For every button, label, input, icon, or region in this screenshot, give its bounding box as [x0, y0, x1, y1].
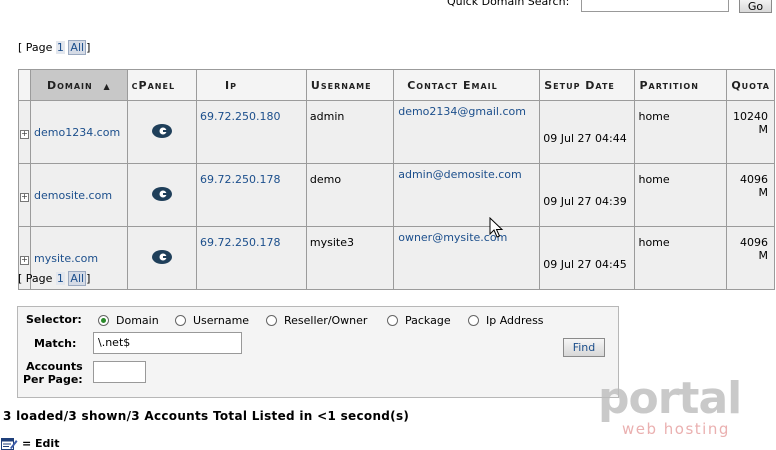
expand-cell[interactable]: +: [18, 100, 31, 164]
header-username[interactable]: Username: [305, 69, 395, 101]
partition-cell: home: [634, 100, 728, 164]
setup-date-cell: 09 Jul 27 04:44: [539, 100, 636, 164]
radio-domain[interactable]: Domain: [98, 314, 159, 327]
watermark-title: portal: [598, 373, 742, 424]
ip-cell[interactable]: 69.72.250.178: [196, 226, 307, 290]
radio-unselected-icon[interactable]: [175, 315, 186, 326]
domain-cell[interactable]: demo1234.com: [30, 100, 128, 164]
sort-up-icon: ▲: [103, 81, 111, 91]
header-domain[interactable]: Domain ▲: [30, 69, 128, 101]
radio-unselected-icon[interactable]: [266, 315, 277, 326]
username-cell: mysite3: [305, 226, 395, 290]
radio-selected-icon[interactable]: [98, 315, 109, 326]
match-label: Match:: [34, 337, 77, 350]
header-expand: [18, 69, 31, 101]
username-cell: demo: [305, 163, 395, 227]
header-cpanel[interactable]: cPanel: [126, 69, 198, 101]
radio-package[interactable]: Package: [387, 314, 451, 327]
quota-cell: 4096 M: [726, 226, 775, 290]
match-input[interactable]: \.net$: [93, 332, 242, 354]
cpanel-cell[interactable]: [126, 226, 198, 290]
table-row: + mysite.com 69.72.250.178 mysite3 owner…: [18, 226, 775, 290]
edit-icon: [1, 438, 18, 450]
table-row: + demo1234.com 69.72.250.180 admin demo2…: [18, 100, 775, 164]
cpanel-logo-icon[interactable]: [151, 249, 173, 265]
pager-close: ]: [86, 41, 91, 54]
header-ip[interactable]: Ip: [196, 69, 307, 101]
email-cell[interactable]: owner@mysite.com: [393, 226, 541, 290]
radio-domain-label: Domain: [116, 314, 159, 327]
pager-all[interactable]: All: [68, 271, 87, 286]
portal-watermark-logo: portal web hosting: [598, 373, 748, 444]
cpanel-cell[interactable]: [126, 100, 198, 164]
setup-date-cell: 09 Jul 27 04:45: [539, 226, 636, 290]
partition-cell: home: [634, 163, 728, 227]
ip-cell[interactable]: 69.72.250.178: [196, 163, 307, 227]
radio-unselected-icon[interactable]: [387, 315, 398, 326]
expand-plus-icon[interactable]: +: [20, 129, 29, 139]
pager-top: [ Page 1 All]: [18, 40, 91, 55]
radio-username[interactable]: Username: [175, 314, 249, 327]
radio-username-label: Username: [193, 314, 250, 327]
header-setup-date[interactable]: Setup Date: [539, 69, 636, 101]
cpanel-cell[interactable]: [126, 163, 198, 227]
email-cell[interactable]: admin@demosite.com: [393, 163, 541, 227]
pager-page-1[interactable]: 1: [55, 41, 65, 54]
watermark-subtitle: web hosting: [622, 420, 730, 438]
status-summary: 3 loaded/3 shown/3 Accounts Total Listed…: [3, 409, 410, 423]
quick-search-input[interactable]: [581, 0, 729, 12]
cpanel-logo-icon[interactable]: [151, 186, 173, 202]
radio-ip-address[interactable]: Ip Address: [468, 314, 544, 327]
radio-reseller-label: Reseller/Owner: [284, 314, 368, 327]
accounts-per-page-input[interactable]: [93, 361, 146, 383]
partition-cell: home: [634, 226, 728, 290]
search-selector-panel: Selector: Domain Username Reseller/Owner…: [17, 306, 619, 398]
per-page-label-line-2: Per Page:: [23, 373, 83, 386]
mouse-cursor-icon: [489, 217, 504, 238]
table-header-row: Domain ▲ cPanel Ip Username Contact Emai…: [18, 69, 775, 101]
table-row: + demosite.com 69.72.250.178 demo admin@…: [18, 163, 775, 227]
accounts-per-page-label: Accounts Per Page:: [23, 360, 83, 386]
quick-search-go-button[interactable]: Go: [739, 0, 772, 13]
domain-cell[interactable]: demosite.com: [30, 163, 128, 227]
header-domain-label: Domain: [46, 78, 93, 92]
radio-package-label: Package: [405, 314, 451, 327]
expand-cell[interactable]: +: [18, 163, 31, 227]
header-contact-email[interactable]: Contact Email: [393, 69, 541, 101]
radio-unselected-icon[interactable]: [468, 315, 479, 326]
edit-legend: = Edit: [1, 436, 59, 450]
quick-search-label: Quick Domain Search:: [447, 0, 570, 8]
accounts-table: Domain ▲ cPanel Ip Username Contact Emai…: [18, 69, 775, 290]
expand-plus-icon[interactable]: +: [20, 255, 29, 265]
per-page-label-line-1: Accounts: [26, 360, 83, 373]
pager-close: ]: [86, 272, 91, 285]
quota-cell: 4096 M: [726, 163, 775, 227]
pager-open: [ Page: [18, 272, 53, 285]
pager-bottom: [ Page 1 All]: [18, 271, 91, 286]
ip-cell[interactable]: 69.72.250.180: [196, 100, 307, 164]
setup-date-cell: 09 Jul 27 04:39: [539, 163, 636, 227]
pager-all[interactable]: All: [68, 40, 87, 55]
header-partition[interactable]: Partition: [634, 69, 728, 101]
pager-page-1[interactable]: 1: [55, 272, 65, 285]
pager-open: [ Page: [18, 41, 53, 54]
email-cell[interactable]: demo2134@gmail.com: [393, 100, 541, 164]
radio-reseller-owner[interactable]: Reseller/Owner: [266, 314, 367, 327]
edit-legend-text: = Edit: [22, 436, 60, 450]
selector-label: Selector:: [26, 313, 82, 326]
radio-ip-label: Ip Address: [486, 314, 544, 327]
find-button[interactable]: Find: [563, 338, 605, 357]
cpanel-logo-icon[interactable]: [151, 123, 173, 139]
quota-cell: 10240 M: [726, 100, 775, 164]
username-cell: admin: [305, 100, 395, 164]
expand-plus-icon[interactable]: +: [20, 192, 29, 202]
header-quota[interactable]: Quota: [726, 69, 775, 101]
